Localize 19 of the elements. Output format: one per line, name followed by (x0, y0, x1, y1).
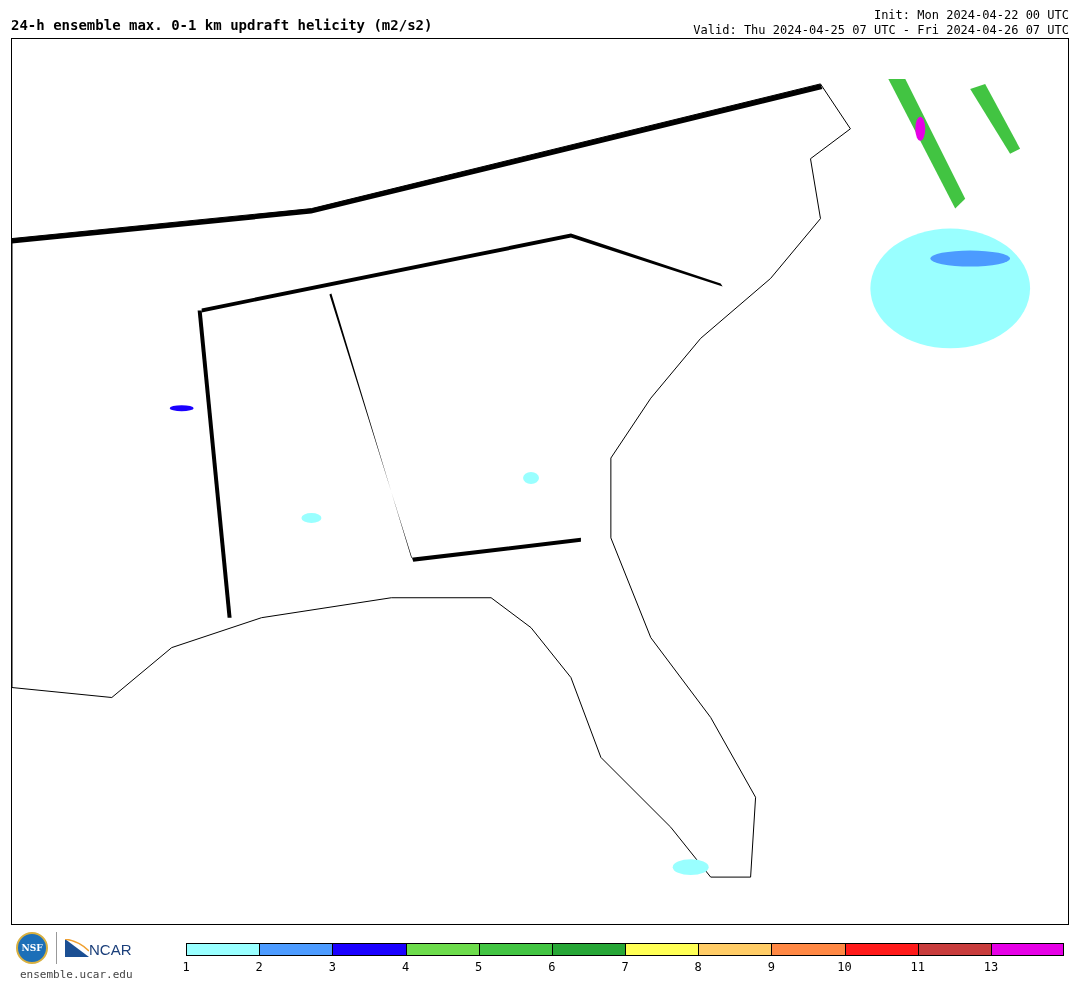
tick-label: 5 (475, 960, 483, 974)
tick-label: 9 (767, 960, 775, 974)
ncar-logo: NCAR (89, 942, 132, 957)
site-url: ensemble.ucar.edu (19, 968, 134, 981)
tick-label: 6 (548, 960, 556, 974)
tick-label: 4 (401, 960, 410, 974)
tick-label: 3 (328, 960, 336, 974)
tick-label: 2 (255, 960, 263, 974)
tick-label: 7 (621, 960, 629, 974)
valid-time: Valid: Thu 2024-04-25 07 UTC - Fri 2024-04-26 07 UTC (693, 23, 1069, 38)
tick-label: 8 (694, 960, 702, 974)
nsf-logo: NSF (16, 932, 48, 964)
init-time: Init: Mon 2024-04-22 00 UTC (872, 8, 1069, 23)
tick-label: 11 (910, 960, 925, 974)
plot-title: 24-h ensemble max. 0-1 km updraft helicity (m2/s2) (11, 17, 433, 35)
tick-label: 13 (983, 960, 999, 974)
wing-icon (65, 939, 89, 957)
tick-label: 10 (837, 960, 852, 974)
tick-label: 1 (182, 960, 190, 974)
